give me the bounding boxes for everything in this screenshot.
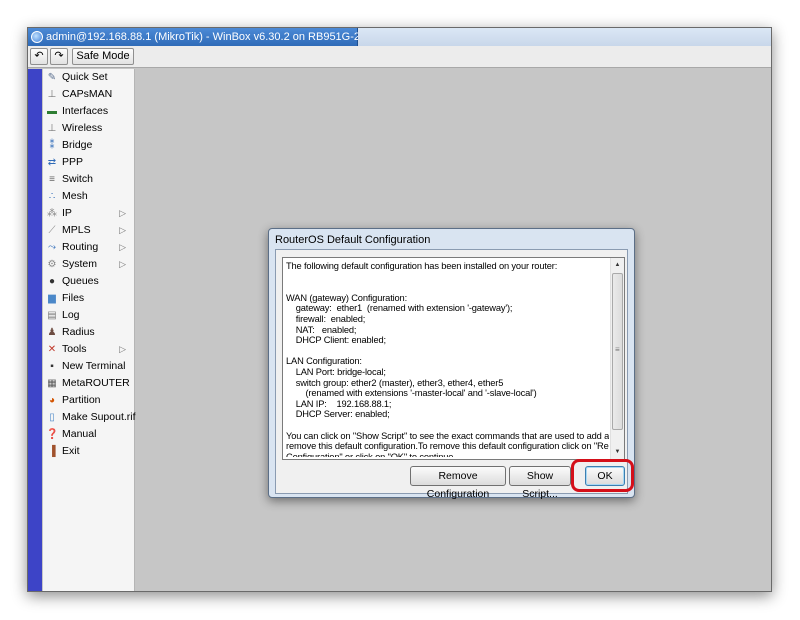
dialog-body: The following default configuration has …	[275, 249, 628, 500]
ppp-icon: ⇄	[47, 157, 57, 168]
main-menu: ✎ Quick Set ⊥ CAPsMAN ▬ Interfaces ⊥ Wireless ⁑ B…	[43, 69, 136, 591]
menu-item-label: Partition	[62, 394, 101, 406]
interfaces-icon: ▬	[47, 106, 57, 117]
wireless-icon: ⊥	[47, 123, 57, 134]
routing-icon: ⤳	[48, 242, 56, 253]
submenu-arrow-icon: ▷	[119, 344, 126, 354]
menu-item-mesh[interactable]: ∴ Mesh	[43, 188, 134, 205]
files-icon: ▆	[48, 293, 56, 304]
menu-item-metarouter[interactable]: ▦ MetaROUTER	[43, 375, 134, 392]
undo-button[interactable]: ↶	[30, 48, 48, 65]
switch-icon: ≡	[49, 174, 55, 185]
tools-icon: ✕	[47, 344, 57, 355]
menu-item-label: Mesh	[62, 190, 88, 202]
menu-item-label: MPLS	[62, 224, 91, 236]
scroll-grip-icon: ≡	[615, 345, 620, 354]
toolbar: ↶ ↷ Safe Mode	[28, 46, 771, 68]
menu-item-partition[interactable]: ◕ Partition	[43, 392, 134, 409]
menu-item-ppp[interactable]: ⇄ PPP	[43, 154, 134, 171]
menu-item-ip[interactable]: ⁂ IP ▷	[43, 205, 134, 222]
menu-item-label: Quick Set	[62, 71, 108, 83]
menu-item-mpls[interactable]: ⟋ MPLS ▷	[43, 222, 134, 239]
redo-button[interactable]: ↷	[50, 48, 68, 65]
menu-item-wireless[interactable]: ⊥ Wireless	[43, 120, 134, 137]
menu-item-label: IP	[62, 207, 72, 219]
winbox-app-icon	[31, 31, 43, 43]
routeros-side-strip	[28, 69, 42, 591]
log-icon: ▤	[47, 310, 57, 321]
bridge-icon: ⁑	[49, 140, 55, 151]
metarouter-icon: ▦	[47, 378, 57, 389]
undo-icon: ↶	[34, 50, 44, 62]
terminal-icon: ▪	[50, 361, 54, 372]
menu-item-label: Exit	[62, 445, 80, 457]
menu-item-log[interactable]: ▤ Log	[43, 307, 134, 324]
menu-item-new-terminal[interactable]: ▪ New Terminal	[43, 358, 134, 375]
menu-item-interfaces[interactable]: ▬ Interfaces	[43, 103, 134, 120]
submenu-arrow-icon: ▷	[119, 259, 126, 269]
menu-item-label: Files	[62, 292, 85, 304]
menu-item-label: System	[62, 258, 98, 270]
menu-item-label: Tools	[62, 343, 87, 355]
exit-icon: ▐	[48, 446, 56, 457]
partition-icon: ◕	[48, 395, 56, 406]
menu-item-quick-set[interactable]: ✎ Quick Set	[43, 69, 134, 86]
menu-item-exit[interactable]: ▐ Exit	[43, 443, 134, 460]
scroll-thumb[interactable]: ≡	[612, 273, 623, 430]
system-icon: ⚙	[47, 259, 57, 270]
menu-item-switch[interactable]: ≡ Switch	[43, 171, 134, 188]
config-text: The following default configuration has …	[286, 261, 609, 457]
scroll-up-icon[interactable]: ▲	[611, 258, 624, 272]
menu-item-files[interactable]: ▆ Files	[43, 290, 134, 307]
dialog-title: RouterOS Default Configuration	[275, 234, 431, 246]
remove-configuration-button[interactable]: Remove Configuration	[410, 466, 506, 500]
menu-item-manual[interactable]: ❓ Manual	[43, 426, 134, 443]
menu-item-make-supout-rif[interactable]: ▯ Make Supout.rif	[43, 409, 136, 426]
menu-item-label: Routing	[62, 241, 99, 253]
menu-item-label: New Terminal	[62, 360, 126, 372]
radius-icon: ♟	[47, 327, 57, 338]
config-text-area[interactable]: The following default configuration has …	[282, 257, 625, 460]
menu-item-label: Interfaces	[62, 105, 109, 117]
queues-icon: ●	[48, 276, 56, 287]
menu-item-label: PPP	[62, 156, 84, 168]
menu-item-queues[interactable]: ● Queues	[43, 273, 134, 290]
manual-icon: ❓	[46, 429, 59, 440]
menu-item-label: Radius	[62, 326, 95, 338]
show-script-button[interactable]: Show Script...	[509, 466, 571, 500]
vertical-scrollbar[interactable]: ▲ ≡ ▼	[610, 258, 624, 459]
safe-mode-button[interactable]: Safe Mode	[72, 48, 134, 65]
menu-item-label: Manual	[62, 428, 97, 440]
supout-icon: ▯	[49, 412, 55, 423]
mesh-icon: ∴	[48, 191, 56, 202]
menu-item-label: Wireless	[62, 122, 103, 134]
ok-button-highlight	[571, 459, 634, 492]
menu-item-routing[interactable]: ⤳ Routing ▷	[43, 239, 134, 256]
menu-item-label: Queues	[62, 275, 99, 287]
submenu-arrow-icon: ▷	[119, 242, 126, 252]
scroll-down-icon[interactable]: ▼	[611, 445, 624, 459]
submenu-arrow-icon: ▷	[119, 208, 126, 218]
antenna-icon: ⊥	[47, 89, 57, 100]
menu-item-label: Make Supout.rif	[62, 411, 136, 423]
menu-item-label: CAPsMAN	[62, 88, 113, 100]
mpls-icon: ⟋	[48, 225, 56, 236]
ip-icon: ⁂	[47, 208, 57, 219]
menu-item-label: Bridge	[62, 139, 93, 151]
redo-icon: ↷	[54, 50, 64, 62]
menu-item-capsman[interactable]: ⊥ CAPsMAN	[43, 86, 134, 103]
menu-item-bridge[interactable]: ⁑ Bridge	[43, 137, 134, 154]
submenu-arrow-icon: ▷	[119, 225, 126, 235]
menu-item-label: MetaROUTER	[62, 377, 130, 389]
wand-icon: ✎	[47, 72, 57, 83]
menu-item-radius[interactable]: ♟ Radius	[43, 324, 134, 341]
title-bar[interactable]: admin@192.168.88.1 (MikroTik) - WinBox v…	[28, 28, 428, 46]
title-bar-filler	[358, 28, 771, 46]
menu-item-system[interactable]: ⚙ System ▷	[43, 256, 134, 273]
default-config-dialog: RouterOS Default Configuration The follo…	[268, 228, 635, 500]
menu-item-tools[interactable]: ✕ Tools ▷	[43, 341, 134, 358]
menu-item-label: Log	[62, 309, 80, 321]
menu-item-label: Switch	[62, 173, 93, 185]
